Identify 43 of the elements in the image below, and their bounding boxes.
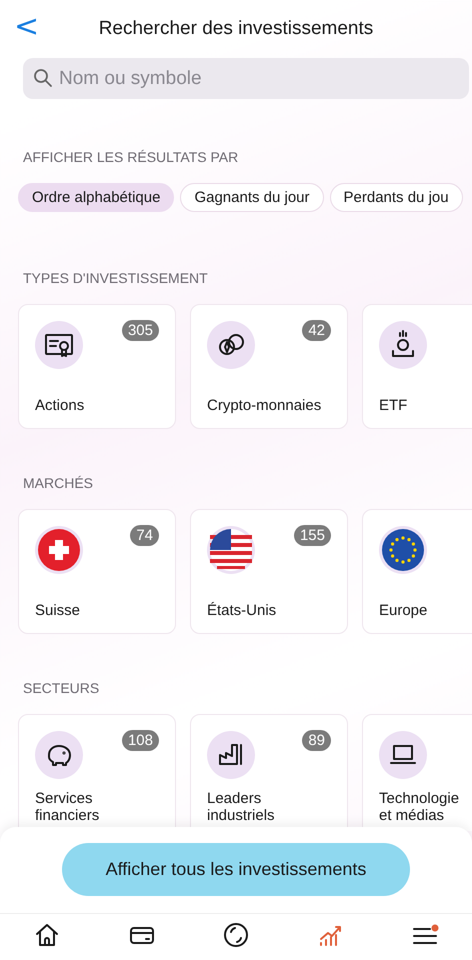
category-label: États-Unis	[207, 602, 278, 619]
laptop-icon	[379, 731, 427, 779]
back-button[interactable]: <	[8, 12, 46, 42]
category-card[interactable]: ETF	[362, 304, 472, 429]
sort-chip[interactable]: Perdants du jou	[330, 183, 463, 212]
section-heading: AFFICHER LES RÉSULTATS PAR	[23, 149, 240, 165]
category-card[interactable]: 305 Actions	[18, 304, 176, 429]
count-badge: 89	[302, 730, 331, 751]
coins-icon	[207, 321, 255, 369]
category-card[interactable]: 74 Suisse	[18, 509, 176, 634]
category-label: Services financiers	[35, 791, 100, 824]
page-title: Rechercher des investissements	[98, 18, 374, 40]
count-badge: 155	[294, 525, 331, 546]
certificate-icon	[35, 321, 83, 369]
piggy-bank-icon	[35, 731, 83, 779]
show-all-button[interactable]: Afficher tous les investissements	[62, 842, 410, 896]
section-heading: SECTEURS	[23, 680, 100, 696]
us-flag-icon	[207, 526, 255, 574]
factory-icon	[207, 731, 255, 779]
category-card[interactable]: Europe	[362, 509, 472, 634]
section-heading: TYPES D'INVESTISSEMENT	[23, 270, 209, 286]
eu-flag-icon	[379, 526, 427, 574]
category-label: Europe	[379, 602, 428, 619]
category-label: Actions	[35, 398, 86, 414]
count-badge: 42	[302, 320, 331, 341]
search-icon	[33, 68, 53, 88]
category-label: Technologie et médias	[379, 791, 460, 824]
category-card[interactable]: 155 États-Unis	[190, 509, 348, 634]
sort-chip[interactable]: Ordre alphabétique	[18, 183, 174, 212]
category-card[interactable]: Technologie et médias	[362, 714, 472, 831]
section-heading: MARCHÉS	[23, 475, 94, 491]
category-label: Leaders industriels	[207, 791, 276, 824]
money-bag-icon	[379, 321, 427, 369]
swiss-flag-icon	[35, 526, 83, 574]
category-label: ETF	[379, 398, 408, 414]
sort-chip[interactable]: Gagnants du jour	[180, 183, 324, 212]
count-badge: 74	[130, 525, 159, 546]
count-badge: 108	[122, 730, 159, 751]
search-field[interactable]: Nom ou symbole	[23, 58, 469, 99]
category-card[interactable]: 42 Crypto-monnaies	[190, 304, 348, 429]
category-label: Crypto-monnaies	[207, 398, 322, 414]
count-badge: 305	[122, 320, 159, 341]
category-label: Suisse	[35, 602, 82, 619]
